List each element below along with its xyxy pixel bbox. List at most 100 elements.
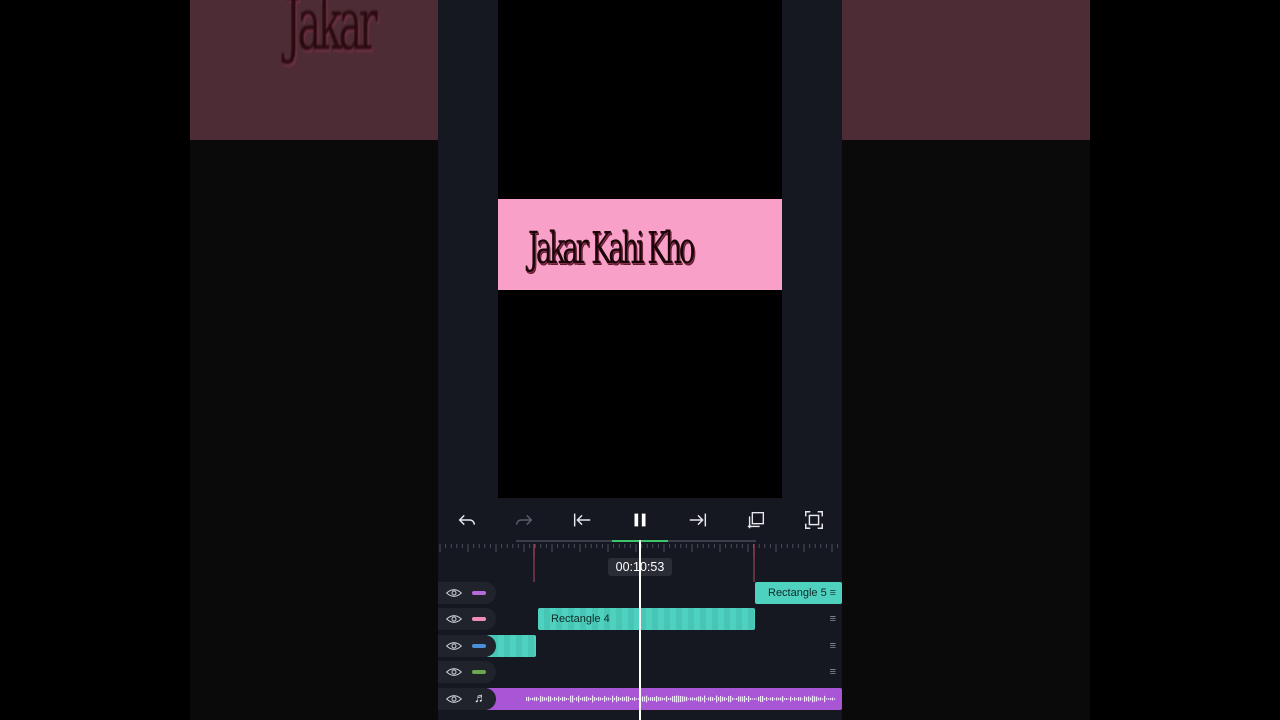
- eye-icon: [446, 615, 462, 623]
- waveform-bar: [606, 697, 608, 701]
- waveform-bar: [624, 697, 626, 701]
- waveform-bar: [812, 695, 814, 703]
- waveform-bar: [820, 697, 822, 701]
- waveform-bar: [724, 697, 726, 701]
- waveform-bar: [708, 697, 710, 701]
- waveform-bar: [760, 696, 762, 702]
- waveform-bar: [572, 695, 574, 703]
- waveform-bar: [544, 697, 546, 701]
- waveform-bar: [686, 696, 688, 702]
- waveform-bar: [710, 696, 712, 702]
- waveform-bar: [644, 696, 646, 702]
- waveform-bar: [660, 697, 662, 701]
- audio-clip[interactable]: [486, 688, 842, 710]
- waveform-bar: [738, 696, 740, 702]
- fullscreen-button[interactable]: [801, 507, 827, 533]
- track-visibility-toggle[interactable]: [438, 661, 496, 683]
- drag-handle-icon[interactable]: ≡: [830, 608, 836, 630]
- waveform-bar: [698, 696, 700, 702]
- waveform-bar: [784, 698, 786, 700]
- waveform-bar: [740, 696, 742, 702]
- waveform-bar: [752, 698, 754, 700]
- waveform-bar: [536, 696, 538, 702]
- waveform-bar: [694, 697, 696, 701]
- waveform-bar: [600, 697, 602, 701]
- waveform-bar: [594, 697, 596, 701]
- waveform-bar: [722, 696, 724, 702]
- playhead[interactable]: [639, 540, 641, 720]
- undo-button[interactable]: [454, 507, 480, 533]
- track-visibility-toggle[interactable]: ♬: [438, 688, 496, 710]
- waveform-bar: [782, 696, 784, 702]
- waveform-bar: [718, 697, 720, 701]
- waveform-bar: [770, 697, 772, 701]
- clip-rectangle-4[interactable]: Rectangle 4: [538, 608, 755, 630]
- waveform-bar: [702, 697, 704, 701]
- skip-to-start-button[interactable]: [569, 507, 595, 533]
- waveform-bar: [786, 698, 788, 700]
- waveform-bar: [806, 697, 808, 701]
- pause-button[interactable]: [627, 507, 653, 533]
- waveform-bar: [800, 697, 802, 701]
- pause-icon: [634, 513, 646, 527]
- waveform-bar: [650, 697, 652, 701]
- waveform-bar: [826, 698, 828, 700]
- waveform-bar: [672, 696, 674, 702]
- waveform-bar: [690, 697, 692, 701]
- track-color-swatch: [472, 591, 486, 595]
- waveform-bar: [658, 697, 660, 701]
- waveform-bar: [636, 698, 638, 700]
- clip-label: Rectangle 5: [768, 587, 827, 599]
- waveform-bar: [804, 696, 806, 702]
- backdrop-dark-left: [190, 140, 438, 720]
- waveform-bar: [564, 697, 566, 701]
- duplicate-button[interactable]: [743, 507, 769, 533]
- waveform-bar: [828, 698, 830, 700]
- waveform-bar: [736, 698, 738, 700]
- waveform-bar: [546, 697, 548, 701]
- waveform-bar: [734, 698, 736, 700]
- waveform-bar: [620, 697, 622, 701]
- waveform-bar: [802, 698, 804, 700]
- waveform-bar: [762, 695, 764, 703]
- eye-icon: [446, 642, 462, 650]
- waveform-bar: [706, 698, 708, 700]
- clip-rectangle-5[interactable]: Rectangle 5 ≡: [755, 582, 842, 604]
- waveform-bar: [604, 696, 606, 702]
- duplicate-icon: [747, 511, 765, 529]
- pink-rectangle-layer[interactable]: Jakar Kahi Kho: [498, 199, 782, 290]
- waveform-bar: [556, 697, 558, 701]
- waveform-bar: [774, 698, 776, 700]
- waveform-bar: [720, 695, 722, 703]
- waveform-bar: [704, 695, 706, 703]
- skip-start-icon: [573, 513, 591, 527]
- track-visibility-toggle[interactable]: [438, 608, 496, 630]
- waveform-bar: [682, 696, 684, 702]
- waveform-bar: [754, 698, 756, 700]
- waveform-bar: [772, 697, 774, 701]
- waveform-bar: [560, 698, 562, 700]
- waveform-bar: [758, 696, 760, 702]
- backdrop-title-text: Jakar: [285, 0, 378, 66]
- playback-toolbar: [438, 498, 842, 542]
- waveform-bar: [674, 695, 676, 703]
- track-visibility-toggle[interactable]: [438, 582, 496, 604]
- drag-handle-icon[interactable]: ≡: [830, 661, 836, 683]
- waveform-bar: [584, 696, 586, 702]
- waveform-bar: [610, 698, 612, 700]
- waveform-bar: [822, 698, 824, 700]
- waveform-bar: [776, 697, 778, 701]
- redo-button[interactable]: [511, 507, 537, 533]
- skip-to-end-button[interactable]: [685, 507, 711, 533]
- drag-handle-icon[interactable]: ≡: [830, 582, 836, 604]
- waveform-bar: [566, 697, 568, 701]
- waveform-bar: [742, 696, 744, 702]
- waveform-bar: [780, 697, 782, 701]
- waveform-bar: [628, 696, 630, 702]
- track-color-swatch: [472, 644, 486, 648]
- drag-handle-icon[interactable]: ≡: [830, 635, 836, 657]
- waveform-bar: [568, 698, 570, 700]
- track-visibility-toggle[interactable]: [438, 635, 496, 657]
- waveform-bar: [616, 695, 618, 703]
- waveform-bar: [796, 698, 798, 700]
